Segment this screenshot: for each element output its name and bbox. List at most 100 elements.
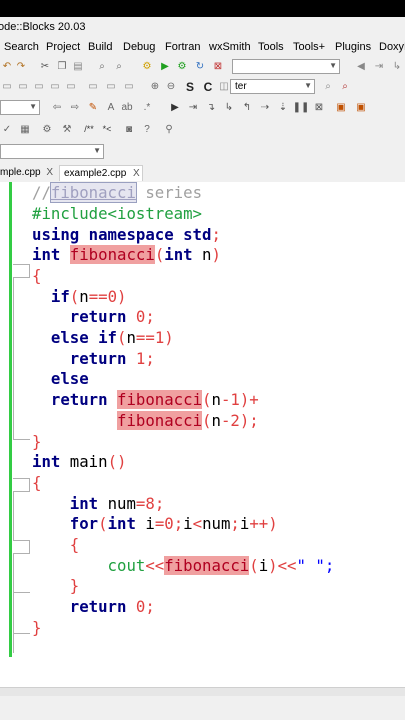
code-token: num (98, 494, 136, 513)
code-line: { (32, 535, 79, 555)
pause-icon[interactable]: ❚❚ (293, 101, 310, 114)
play-icon[interactable]: ▶ (168, 101, 182, 114)
code-token: " "; (296, 556, 335, 575)
search-combo[interactable]: ter ▼ (230, 79, 315, 94)
match-case-icon[interactable]: A (104, 101, 118, 114)
doc-comment-icon[interactable]: /** (80, 123, 98, 136)
find-icon[interactable]: ⌕ (95, 60, 109, 73)
uncomment-icon[interactable]: ▭ (64, 80, 78, 93)
zoom-out-icon[interactable]: ⊖ (164, 80, 178, 93)
step-into-debug-icon[interactable]: ↳ (222, 101, 236, 114)
step-into-icon[interactable]: ↳ (390, 60, 404, 73)
pencil-icon[interactable]: ✎ (86, 101, 100, 114)
fold-end (13, 439, 30, 440)
config-icon[interactable]: ⚲ (162, 123, 176, 136)
toggle-comment-icon[interactable]: ▭ (16, 80, 30, 93)
tab-file-1[interactable]: mple.cpp X (0, 165, 58, 181)
forward-icon[interactable]: ⇨ (68, 101, 82, 114)
copy-icon[interactable]: ❐ (55, 60, 69, 73)
code-token: ) (117, 287, 127, 306)
extract-icon[interactable]: ▦ (18, 123, 32, 136)
cut-icon[interactable]: ✂ (38, 60, 52, 73)
menu-plugins[interactable]: Plugins (335, 41, 371, 53)
code-line: { (32, 473, 41, 493)
line-comment-icon[interactable]: *< (100, 123, 114, 136)
block-comment-icon[interactable]: ▭ (0, 80, 14, 93)
code-line: #include<iostream> (32, 204, 202, 224)
redo-icon[interactable]: ↷ (14, 60, 28, 73)
step-out-icon[interactable]: ↰ (240, 101, 254, 114)
menu-search[interactable]: Search (4, 41, 39, 53)
step-over-icon[interactable]: ↴ (204, 101, 218, 114)
chm-icon[interactable]: ? (140, 123, 154, 136)
next-instruction-icon[interactable]: ⇢ (258, 101, 272, 114)
undo-icon[interactable]: ↶ (0, 60, 14, 73)
run-icon[interactable]: ▶ (158, 60, 172, 73)
box-comment-icon[interactable]: ▭ (48, 80, 62, 93)
debug-info-icon[interactable]: ▣ (354, 101, 368, 114)
chevron-down-icon: ▼ (93, 146, 101, 155)
fold-marker[interactable] (13, 478, 30, 492)
menu-wxsmith[interactable]: wxSmith (209, 41, 251, 53)
replace-icon[interactable]: ⌕ (112, 60, 126, 73)
abort-icon[interactable]: ⊠ (211, 60, 225, 73)
code-token: 0 (135, 307, 146, 326)
code-line: } (32, 618, 41, 638)
settings-icon[interactable]: ⚙ (40, 123, 54, 136)
paste-icon[interactable]: ▤ (71, 60, 85, 73)
highlight-icon[interactable]: ▭ (122, 80, 136, 93)
build-target-combo[interactable]: ▼ (232, 59, 340, 74)
back-icon[interactable]: ⇦ (50, 101, 64, 114)
menu-tools[interactable]: Tools (258, 41, 284, 53)
zoom-in-icon[interactable]: ⊕ (148, 80, 162, 93)
step-instruction-icon[interactable]: ⇣ (276, 101, 290, 114)
tab-example2[interactable]: example2.cpp X (59, 165, 143, 181)
scope-combo[interactable]: ▼ (0, 100, 40, 115)
menu-project[interactable]: Project (46, 41, 80, 53)
search-go-icon[interactable]: ⌕ (321, 80, 335, 93)
code-line: return 1; (32, 349, 155, 369)
toolbar-doxy: ✓ ▦ ⚙ ⚒ /** *< ◙ ? ⚲ (0, 119, 405, 142)
menu-tools-plus[interactable]: Tools+ (293, 41, 325, 53)
fold-marker[interactable] (13, 540, 30, 554)
select-icon[interactable]: ▭ (86, 80, 100, 93)
stop-icon[interactable]: ⊠ (312, 101, 326, 114)
step-icon[interactable]: ⇥ (372, 60, 386, 73)
tools-icon[interactable]: ⚒ (60, 123, 74, 136)
fold-line (13, 264, 14, 439)
code-token: else (32, 369, 89, 388)
select-all-icon[interactable]: ▭ (104, 80, 118, 93)
stream-comment-icon[interactable]: ▭ (32, 80, 46, 93)
fold-marker[interactable] (13, 264, 30, 278)
menu-fortran[interactable]: Fortran (165, 41, 200, 53)
menu-debug[interactable]: Debug (123, 41, 155, 53)
function-combo[interactable]: ▼ (0, 144, 104, 159)
rebuild-icon[interactable]: ↻ (193, 60, 207, 73)
menu-doxyblocks[interactable]: DoxyB (379, 41, 405, 53)
tab-close-icon[interactable]: X (46, 167, 53, 178)
code-editor[interactable]: //fibonacci series #include<iostream> usin… (0, 182, 405, 687)
build-gear-icon[interactable]: ⚙ (140, 60, 154, 73)
highlighted-identifier: fibonacci (69, 245, 155, 264)
search-options-icon[interactable]: ⌕ (338, 80, 352, 93)
build-run-icon[interactable]: ⚙ (175, 60, 189, 73)
s-icon[interactable]: S (183, 80, 197, 93)
tab-close-icon[interactable]: X (133, 168, 140, 179)
regex-icon[interactable]: .* (140, 101, 154, 114)
menu-build[interactable]: Build (88, 41, 112, 53)
wizard-icon[interactable]: ✓ (0, 123, 14, 136)
c-icon[interactable]: C (201, 80, 215, 93)
code-token: ; (173, 514, 184, 533)
code-token: ; (211, 225, 221, 244)
next-line-icon[interactable]: ⇥ (186, 101, 200, 114)
symbol-icon[interactable]: ◫ (217, 80, 231, 93)
code-token: - (220, 390, 231, 409)
html-icon[interactable]: ◙ (122, 123, 136, 136)
debug-window-icon[interactable]: ▣ (334, 101, 348, 114)
code-token: i (239, 514, 250, 533)
debug-icon[interactable]: ◀ (354, 60, 368, 73)
whole-word-icon[interactable]: ab (120, 101, 134, 114)
